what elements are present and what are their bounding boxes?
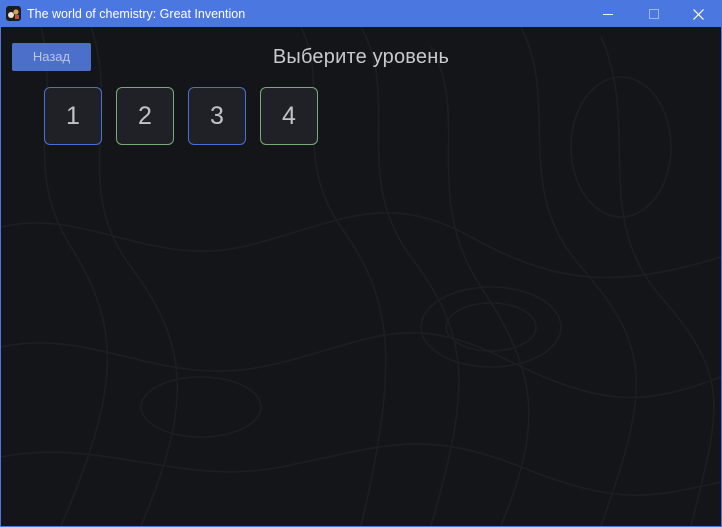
level-button-2[interactable]: 2 (116, 87, 174, 145)
minimize-button[interactable] (585, 1, 631, 27)
page-title: Выберите уровень (272, 46, 450, 68)
title-bar[interactable]: The world of chemistry: Great Invention (1, 1, 721, 27)
back-button[interactable]: Назад (12, 43, 91, 71)
window-title: The world of chemistry: Great Invention (27, 7, 246, 21)
maximize-icon (649, 9, 659, 19)
level-select-screen: Назад Выберите уровень 1 2 3 4 (1, 27, 721, 526)
app-window: The world of chemistry: Great Invention (0, 0, 722, 527)
maximize-button[interactable] (631, 1, 677, 27)
level-button-4[interactable]: 4 (260, 87, 318, 145)
close-button[interactable] (675, 1, 721, 27)
level-button-3[interactable]: 3 (188, 87, 246, 145)
level-button-1[interactable]: 1 (44, 87, 102, 145)
minimize-icon (603, 14, 613, 15)
app-icon (6, 6, 21, 21)
topographic-background (1, 27, 721, 526)
close-icon (692, 8, 704, 20)
